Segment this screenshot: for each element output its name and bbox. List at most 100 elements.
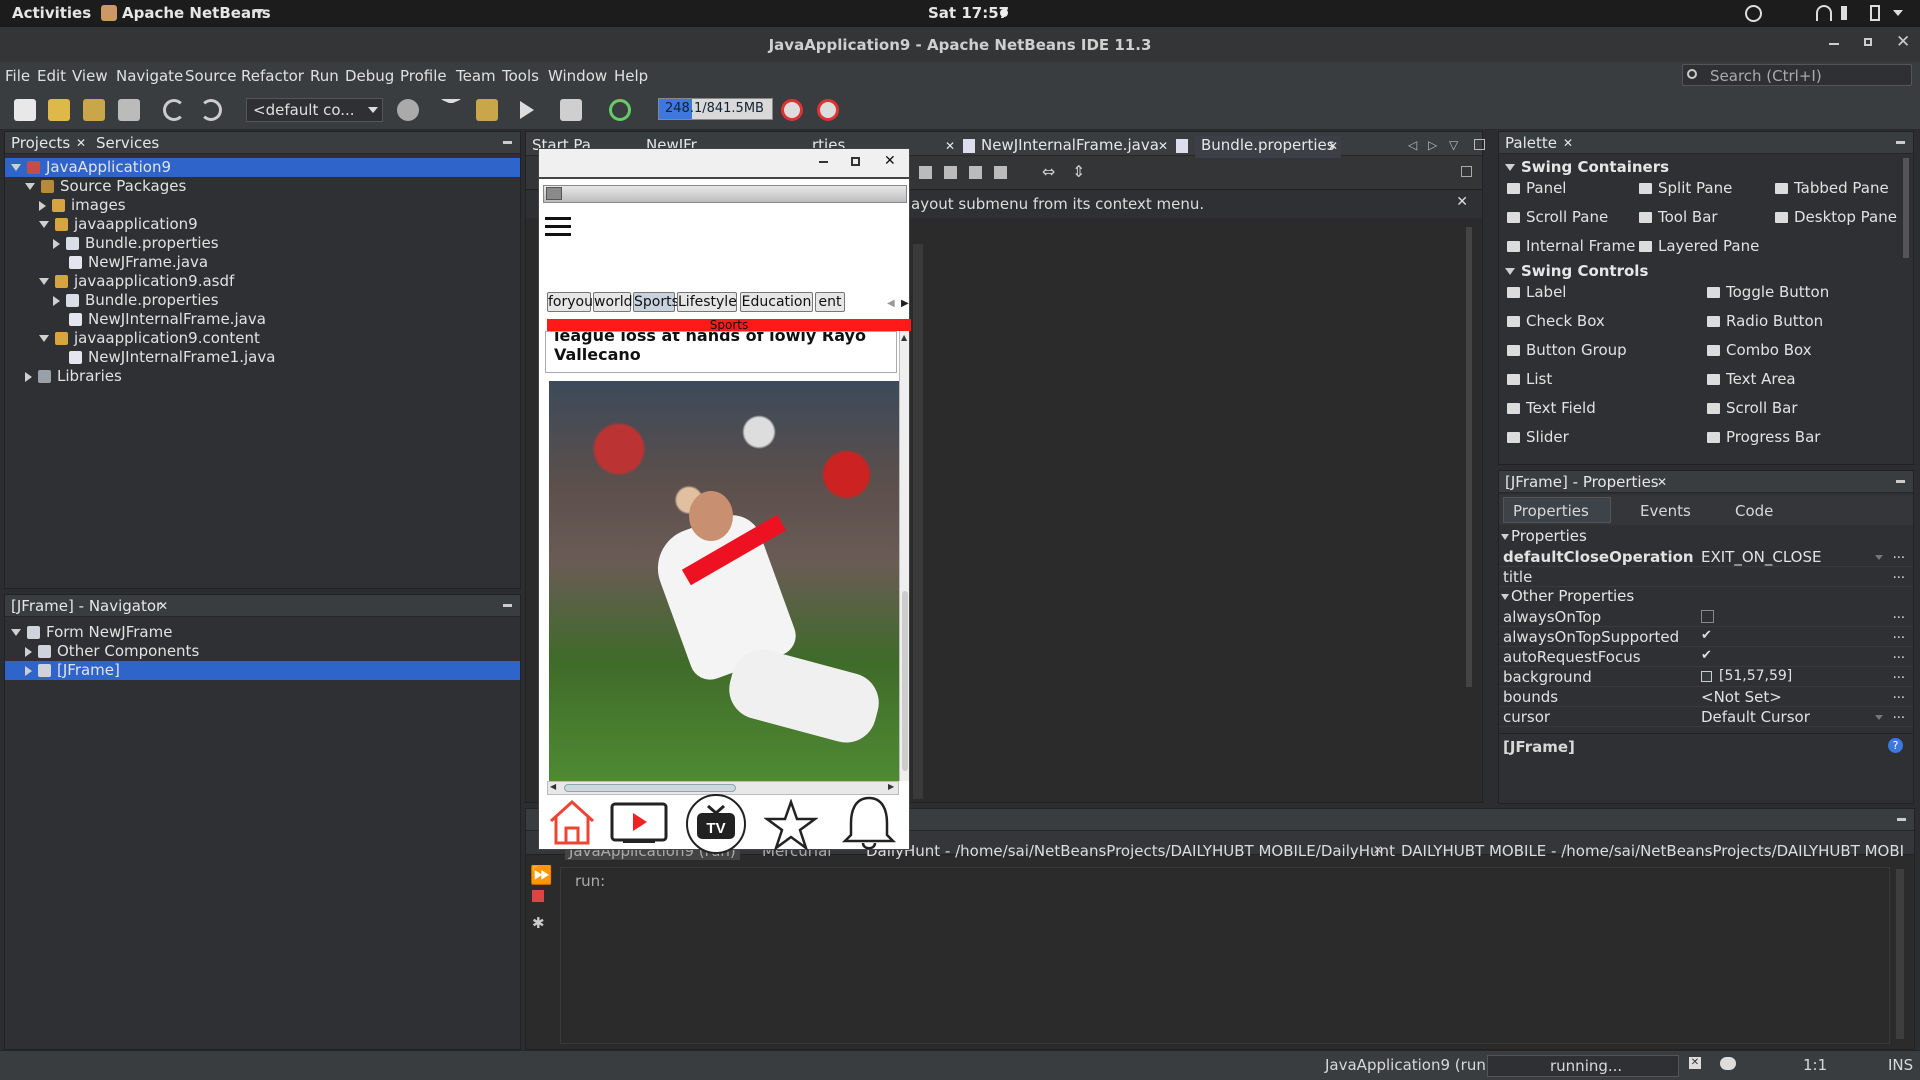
align-left-icon[interactable] [919, 166, 932, 179]
menu-refactor[interactable]: Refactor [241, 67, 304, 85]
category-tab-ent[interactable]: ent [815, 292, 845, 312]
app-menu-button[interactable]: Apache NetBeans [122, 4, 271, 22]
debug-icon[interactable] [560, 99, 582, 121]
palette-item-scroll-bar[interactable]: Scroll Bar [1707, 399, 1798, 417]
menu-run[interactable]: Run [310, 67, 339, 85]
tab-events[interactable]: Events [1640, 502, 1691, 520]
property-editor-button[interactable]: ... [1893, 547, 1905, 562]
status-process-label[interactable]: JavaApplication9 (run) [1325, 1056, 1492, 1074]
category-tab-lifestyle[interactable]: Lifestyle [677, 292, 737, 312]
palette-scrollbar[interactable] [1903, 158, 1909, 258]
palette-item-slider[interactable]: Slider [1507, 428, 1569, 446]
minimize-panel-icon[interactable] [1897, 818, 1906, 821]
checkmark-icon[interactable]: ✔ [1701, 628, 1712, 643]
close-tab-icon[interactable]: ✕ [76, 136, 86, 150]
category-tab-education[interactable]: Education [740, 292, 813, 312]
property-row[interactable]: title... [1499, 567, 1913, 587]
tab-scroll-right-icon[interactable]: ▷ [1428, 138, 1437, 152]
close-tab-icon[interactable]: ✕ [1328, 139, 1338, 161]
tab-services[interactable]: Services [96, 134, 159, 152]
tree-node[interactable]: Libraries [5, 367, 520, 386]
tree-node[interactable]: NewJInternalFrame1.java [5, 348, 520, 367]
close-icon[interactable]: ✕ [1896, 32, 1910, 52]
palette-section-header[interactable]: Swing Controls [1505, 262, 1648, 280]
new-file-icon[interactable] [14, 99, 36, 121]
tv-icon[interactable]: TV [684, 793, 748, 855]
tab-properties[interactable]: Properties [1513, 502, 1589, 520]
gc-icon[interactable] [781, 99, 803, 121]
property-row[interactable]: alwaysOnTop... [1499, 607, 1913, 627]
app-close-icon[interactable]: ✕ [884, 153, 896, 169]
scroll-up-icon[interactable]: ▲ [901, 333, 907, 342]
star-icon[interactable] [764, 799, 818, 851]
tree-node[interactable]: images [5, 196, 520, 215]
expanded-arrow-icon[interactable] [39, 335, 49, 342]
profile-icon[interactable] [609, 99, 631, 121]
palette-item-text-area[interactable]: Text Area [1707, 370, 1796, 388]
category-tab-foryou[interactable]: foryou [547, 292, 593, 312]
navigator-node[interactable]: [JFrame] [5, 661, 520, 680]
collapsed-arrow-icon[interactable] [53, 238, 60, 249]
settings-icon[interactable]: ✱ [532, 914, 545, 932]
align-top-icon[interactable] [969, 166, 982, 179]
memory-meter[interactable]: 248.1/841.5MB [658, 98, 773, 120]
maximize-editor-icon[interactable] [1474, 139, 1485, 150]
horizontal-resize-icon[interactable]: ⇔ [1042, 162, 1055, 181]
palette-item-tool-bar[interactable]: Tool Bar [1639, 208, 1718, 226]
system-menu-chevron-icon[interactable] [1893, 10, 1903, 16]
search-box[interactable]: Search (Ctrl+I) [1682, 64, 1912, 86]
open-project-icon[interactable] [83, 99, 105, 121]
profile-gc-icon[interactable] [817, 99, 839, 121]
help-icon[interactable]: ? [1888, 738, 1903, 753]
clean-build-icon[interactable] [476, 99, 498, 121]
frame-menu-icon[interactable] [546, 187, 562, 200]
hamburger-menu-icon[interactable] [545, 217, 571, 236]
tree-node[interactable]: Source Packages [5, 177, 520, 196]
tab-list-icon[interactable]: ▽ [1449, 138, 1458, 152]
property-editor-button[interactable]: ... [1893, 667, 1905, 682]
property-group-header[interactable]: Other Properties [1501, 587, 1634, 605]
clock[interactable]: Sat 17:57 [928, 4, 1009, 22]
align-bottom-icon[interactable] [994, 166, 1007, 179]
tabs-scroll-right-icon[interactable]: ▶ [901, 298, 909, 309]
headline-card[interactable]: league loss at hands of lowly Rayo Valle… [545, 331, 897, 373]
build-hammer-icon[interactable] [440, 99, 462, 121]
output-tab-dailyhubt-mobile[interactable]: DAILYHUBT MOBILE - /home/sai/NetBeansPro… [1401, 842, 1904, 860]
property-row[interactable]: defaultCloseOperation EXIT_ON_CLOSE... [1499, 547, 1913, 567]
collapsed-arrow-icon[interactable] [25, 371, 32, 382]
expanded-arrow-icon[interactable] [39, 221, 49, 228]
palette-item-text-field[interactable]: Text Field [1507, 399, 1596, 417]
minimize-panel-icon[interactable] [1896, 141, 1905, 144]
property-editor-button[interactable]: ... [1893, 607, 1905, 622]
tree-node[interactable]: javaapplication9.asdf [5, 272, 520, 291]
scroll-right-icon[interactable]: ▶ [888, 782, 894, 791]
palette-item-panel[interactable]: Panel [1507, 179, 1566, 197]
property-editor-button[interactable]: ... [1893, 627, 1905, 642]
dropdown-arrow-icon[interactable] [1875, 555, 1883, 560]
tab-newjinternalframe[interactable]: NewJInternalFrame.java [981, 136, 1159, 158]
tree-node[interactable]: NewJFrame.java [5, 253, 520, 272]
property-row[interactable]: cursor Default Cursor... [1499, 707, 1913, 727]
align-right-icon[interactable] [944, 166, 957, 179]
property-row[interactable]: background [51,57,59]... [1499, 667, 1913, 687]
palette-item-radio-button[interactable]: Radio Button [1707, 312, 1823, 330]
property-editor-button[interactable]: ... [1893, 567, 1905, 582]
minimize-panel-icon[interactable] [1896, 480, 1905, 483]
tab-projects[interactable]: Projects [11, 134, 70, 152]
menu-edit[interactable]: Edit [37, 67, 66, 85]
designer-options-icon[interactable] [1461, 166, 1472, 177]
property-editor-button[interactable]: ... [1893, 687, 1905, 702]
battery-icon[interactable] [1870, 5, 1880, 21]
app-minimize-icon[interactable] [819, 161, 828, 163]
tab-code[interactable]: Code [1735, 502, 1773, 520]
menu-file[interactable]: File [5, 67, 30, 85]
close-tab-icon[interactable]: ✕ [1373, 843, 1383, 857]
maximize-icon[interactable] [1864, 38, 1872, 46]
palette-item-toggle-button[interactable]: Toggle Button [1707, 283, 1829, 301]
menu-navigate[interactable]: Navigate [116, 67, 183, 85]
tree-node[interactable]: Bundle.properties [5, 291, 520, 310]
expanded-arrow-icon[interactable] [11, 629, 21, 636]
wifi-icon[interactable] [1816, 5, 1832, 21]
palette-item-tabbed-pane[interactable]: Tabbed Pane [1775, 179, 1889, 197]
feed-vertical-scrollbar[interactable]: ▲ [899, 331, 909, 781]
